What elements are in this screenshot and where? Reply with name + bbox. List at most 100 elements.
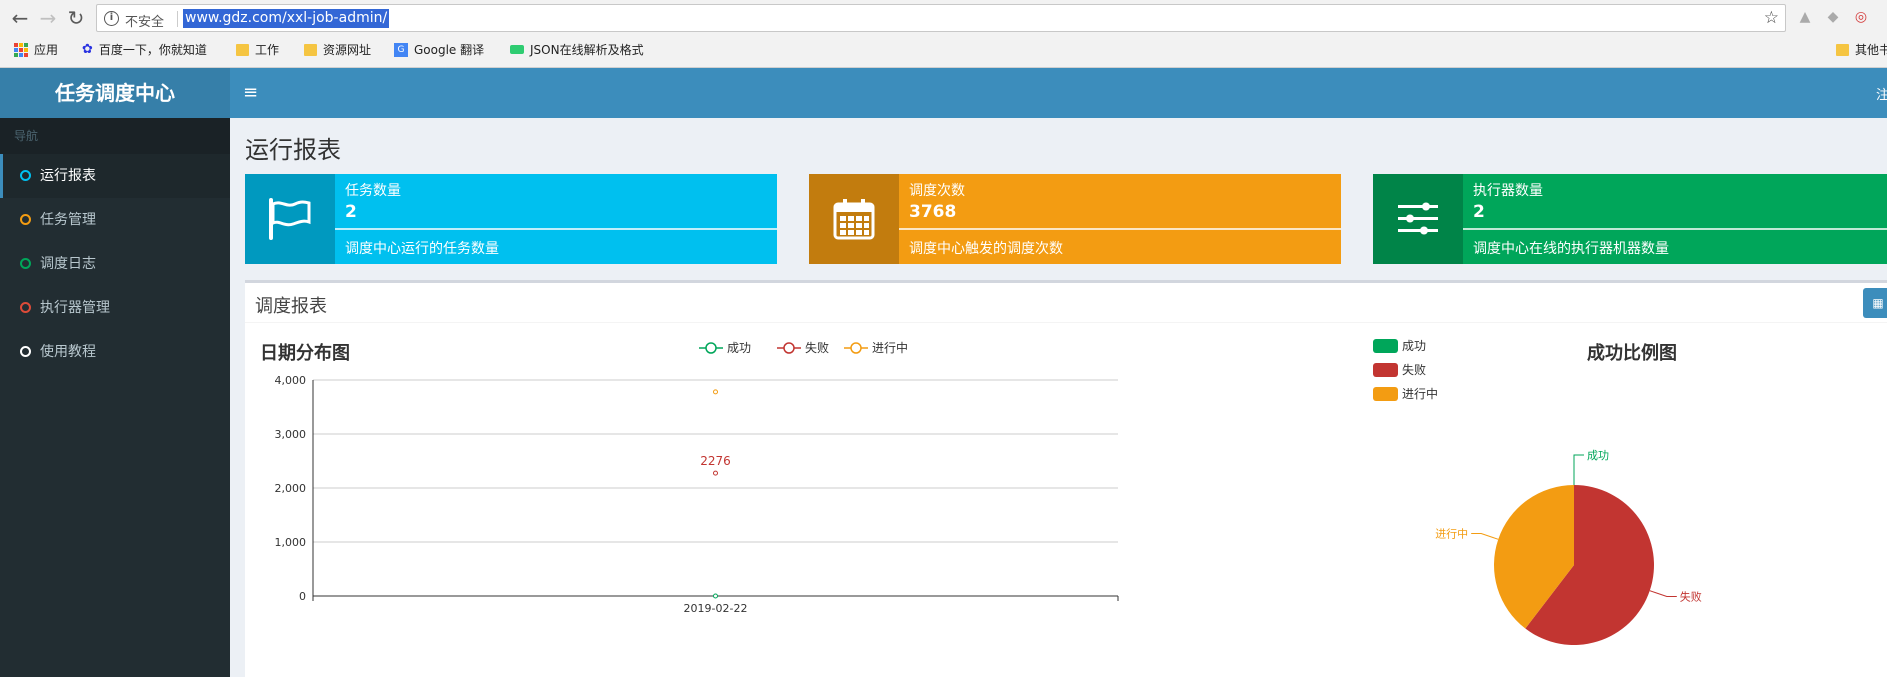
bookmark-label: JSON在线解析及格式: [530, 43, 644, 57]
info-box-executors: 执行器数量 2 调度中心在线的执行器机器数量: [1373, 174, 1887, 264]
report-title: 调度报表: [255, 296, 327, 317]
bookmark-other[interactable]: 其他书: [1836, 41, 1887, 58]
pie-legend-running[interactable]: 进行中: [1373, 385, 1438, 402]
bookmark-star-icon[interactable]: ☆: [1764, 8, 1779, 28]
info-content: 任务数量 2 调度中心运行的任务数量: [335, 174, 777, 264]
bookmark-json[interactable]: JSON在线解析及格式: [510, 41, 644, 58]
flag-icon: [245, 174, 335, 264]
legend-label: 失败: [1402, 363, 1427, 377]
browser-chrome: ← → ↻ i 不安全 www.gdz.com/xxl-job-admin/ ☆…: [0, 0, 1887, 68]
info-number: 2: [345, 202, 357, 222]
sidebar-item-label: 任务管理: [40, 212, 96, 228]
folder-icon: [304, 43, 317, 56]
baidu-paw-icon: ✿: [82, 42, 93, 57]
y-tick-label: 1,000: [275, 536, 307, 549]
pie-legend-success[interactable]: 成功: [1373, 337, 1426, 354]
bookmark-label: 资源网址: [323, 43, 372, 57]
pie-leader-line: [1649, 590, 1677, 597]
y-tick-label: 0: [299, 590, 306, 603]
sidebar-header: 导航: [0, 118, 230, 154]
extension-fox-icon[interactable]: ◆: [1824, 8, 1842, 26]
address-bar[interactable]: i 不安全 www.gdz.com/xxl-job-admin/ ☆: [96, 4, 1786, 32]
bookmark-apps[interactable]: 应用: [14, 41, 58, 58]
pie-slice-label: 成功: [1587, 449, 1609, 462]
circle-icon: [20, 302, 31, 313]
info-label: 任务数量: [345, 183, 401, 199]
info-number: 3768: [909, 202, 957, 222]
bookmark-folder-resources[interactable]: 资源网址: [304, 41, 371, 58]
main-header: 任务调度中心 ≡ 注: [0, 68, 1887, 118]
sidebar-item-jobs[interactable]: 任务管理: [0, 198, 230, 242]
bookmark-label: 其他书: [1855, 43, 1887, 57]
circle-icon: [20, 346, 31, 357]
data-point: [713, 389, 718, 395]
legend-label: 成功: [727, 341, 752, 355]
insecure-label: 不安全: [125, 15, 165, 30]
data-point: [713, 593, 718, 599]
bookmark-label: 应用: [34, 43, 59, 57]
y-tick-label: 2,000: [275, 482, 307, 495]
pie-leader-line: [1573, 454, 1584, 485]
line-legend-success[interactable]: 成功: [699, 339, 751, 356]
info-box-triggers: 调度次数 3768 调度中心触发的调度次数: [809, 174, 1341, 264]
apps-grid-icon: [14, 42, 28, 57]
info-content: 执行器数量 2 调度中心在线的执行器机器数量: [1463, 174, 1887, 264]
bookmark-google-translate[interactable]: G Google 翻译: [394, 41, 484, 58]
header-user-link[interactable]: 注: [1876, 84, 1887, 103]
sidebar-item-logs[interactable]: 调度日志: [0, 242, 230, 286]
info-number: 2: [1473, 202, 1485, 222]
date-range-button[interactable]: ▦: [1863, 288, 1887, 318]
line-legend-running[interactable]: 进行中: [844, 339, 908, 356]
folder-icon: [236, 43, 249, 56]
x-tick-label: 2019-02-22: [684, 602, 748, 615]
info-icon[interactable]: i: [104, 11, 119, 26]
sidebar-item-label: 调度日志: [40, 256, 96, 272]
bookmark-label: 工作: [255, 43, 280, 57]
google-translate-icon: G: [394, 42, 408, 57]
back-icon[interactable]: ←: [8, 6, 32, 30]
extension-target-icon[interactable]: ◎: [1852, 8, 1870, 26]
sidebar-item-dashboard[interactable]: 运行报表: [0, 154, 230, 198]
sidebar-item-help[interactable]: 使用教程: [0, 330, 230, 374]
extension-triangle-icon[interactable]: ▲: [1796, 8, 1814, 26]
legend-swatch: [1373, 338, 1398, 353]
sidebar-toggle-icon[interactable]: ≡: [243, 82, 258, 103]
bookmark-baidu[interactable]: ✿ 百度一下，你就知道: [82, 41, 207, 58]
line-chart: 0 1,000 2,000 3,000 4,000 2019-02-22 2276: [275, 374, 1119, 615]
info-content: 调度次数 3768 调度中心触发的调度次数: [899, 174, 1341, 264]
pie-slice-label: 进行中: [1435, 528, 1468, 541]
json-icon: [510, 45, 524, 54]
report-box-header: 调度报表 ▦: [245, 283, 1887, 323]
calendar-icon: ▦: [1872, 296, 1884, 310]
page-title: 运行报表: [245, 136, 341, 164]
info-desc: 调度中心在线的执行器机器数量: [1473, 241, 1669, 257]
data-point: [713, 470, 718, 476]
line-chart-title: 日期分布图: [260, 343, 350, 364]
pie-legend-fail[interactable]: 失败: [1373, 361, 1426, 378]
divider: [177, 11, 178, 27]
reload-icon[interactable]: ↻: [64, 6, 88, 30]
forward-icon[interactable]: →: [36, 6, 60, 30]
info-progress-bar: [899, 228, 1341, 230]
data-label: 2276: [700, 454, 731, 468]
info-progress-bar: [1463, 228, 1887, 230]
legend-label: 进行中: [872, 341, 909, 355]
logo[interactable]: 任务调度中心: [0, 68, 230, 118]
circle-icon: [20, 258, 31, 269]
bookmark-folder-work[interactable]: 工作: [236, 41, 279, 58]
sidebar-item-label: 使用教程: [40, 344, 96, 360]
pie-chart-title: 成功比例图: [1587, 343, 1677, 364]
report-box: 调度报表 ▦ 日期分布图 成功 失败 进行中 0 1,000 2,000 3,000 4…: [245, 280, 1887, 677]
sidebar-item-executors[interactable]: 执行器管理: [0, 286, 230, 330]
bookmarks-bar: 应用 ✿ 百度一下，你就知道 工作 资源网址 G Google 翻译 JSON在…: [0, 38, 1887, 62]
legend-label: 进行中: [1402, 387, 1439, 401]
folder-icon: [1836, 43, 1849, 56]
y-tick-label: 4,000: [275, 374, 307, 387]
y-tick-label: 3,000: [275, 428, 307, 441]
url-text[interactable]: www.gdz.com/xxl-job-admin/: [183, 9, 390, 28]
bookmark-label: 百度一下，你就知道: [98, 43, 207, 57]
sidebar-item-label: 运行报表: [40, 168, 96, 184]
circle-icon: [20, 214, 31, 225]
line-legend-fail[interactable]: 失败: [777, 339, 829, 356]
circle-icon: [20, 170, 31, 181]
